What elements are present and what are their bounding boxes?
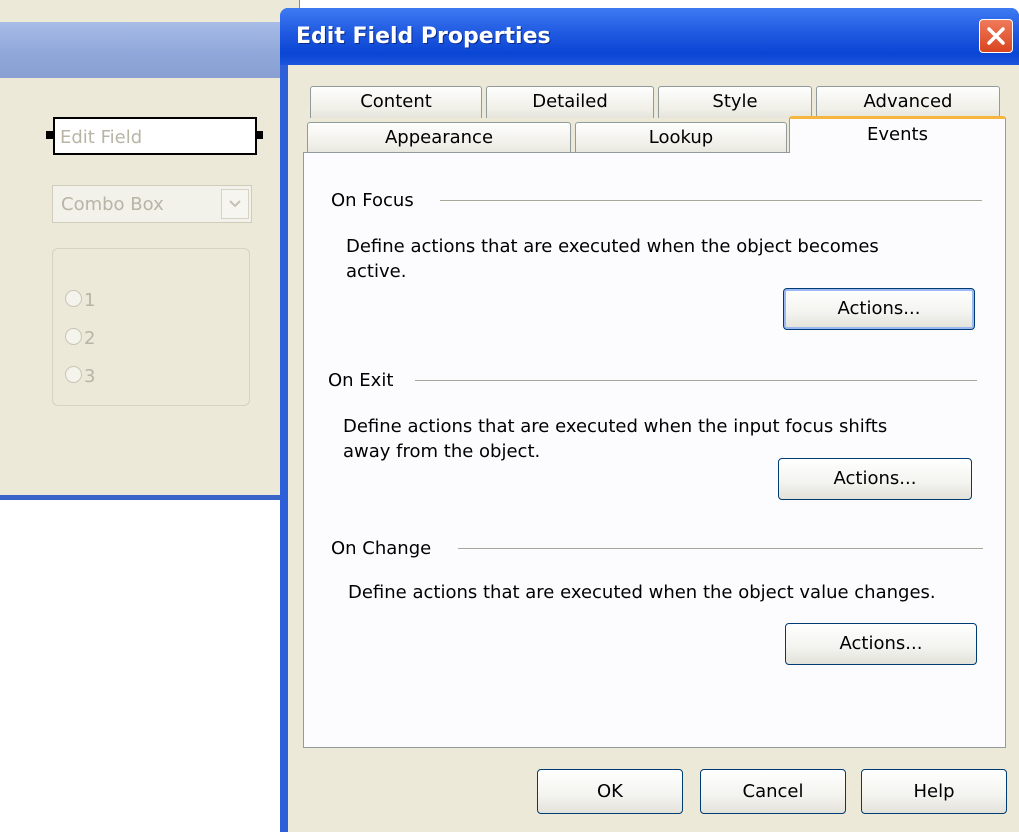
tab-events[interactable]: Events bbox=[789, 116, 1006, 153]
ok-button[interactable]: OK bbox=[537, 769, 683, 814]
tab-appearance[interactable]: Appearance bbox=[307, 122, 571, 154]
section-description-on-exit: Define actions that are executed when th… bbox=[343, 416, 888, 462]
section-divider bbox=[415, 380, 977, 382]
tab-advanced[interactable]: Advanced bbox=[816, 86, 1000, 118]
section-divider bbox=[458, 548, 983, 550]
edit-field-control[interactable]: Edit Field bbox=[53, 117, 257, 155]
chevron-down-icon bbox=[229, 200, 241, 208]
on-focus-actions-button[interactable]: Actions... bbox=[783, 288, 975, 330]
on-exit-actions-button[interactable]: Actions... bbox=[778, 458, 972, 500]
section-title-on-change: On Change bbox=[331, 538, 432, 559]
radio-circle-icon bbox=[65, 366, 82, 383]
background-window-titlebar bbox=[0, 22, 300, 78]
tab-content[interactable]: Content bbox=[310, 86, 482, 118]
dialog-title-bar[interactable]: Edit Field Properties bbox=[280, 8, 1019, 65]
section-description-on-focus: Define actions that are executed when th… bbox=[346, 236, 879, 282]
combo-dropdown-button[interactable] bbox=[221, 189, 249, 219]
tab-style[interactable]: Style bbox=[658, 86, 812, 118]
resize-handle-right[interactable] bbox=[256, 131, 263, 139]
tab-detailed[interactable]: Detailed bbox=[486, 86, 654, 118]
section-title-on-focus: On Focus bbox=[331, 190, 414, 211]
combo-box-control[interactable]: Combo Box bbox=[52, 185, 252, 223]
section-description-on-change: Define actions that are executed when th… bbox=[348, 582, 936, 603]
on-change-actions-button[interactable]: Actions... bbox=[785, 623, 977, 665]
cancel-button[interactable]: Cancel bbox=[700, 769, 846, 814]
radio-option-1[interactable]: 1 bbox=[65, 290, 95, 311]
dialog-title: Edit Field Properties bbox=[296, 24, 551, 49]
combo-box-label: Combo Box bbox=[61, 194, 164, 215]
help-button[interactable]: Help bbox=[861, 769, 1007, 814]
section-divider bbox=[440, 200, 982, 202]
close-button[interactable] bbox=[979, 19, 1013, 53]
edit-field-label: Edit Field bbox=[60, 127, 143, 148]
radio-option-2[interactable]: 2 bbox=[65, 328, 95, 349]
close-icon bbox=[987, 27, 1005, 45]
section-title-on-exit: On Exit bbox=[328, 370, 394, 391]
radio-option-3[interactable]: 3 bbox=[65, 366, 95, 387]
resize-handle-left[interactable] bbox=[46, 131, 53, 139]
radio-circle-icon bbox=[65, 290, 82, 307]
radio-circle-icon bbox=[65, 328, 82, 345]
tab-lookup[interactable]: Lookup bbox=[575, 122, 787, 154]
